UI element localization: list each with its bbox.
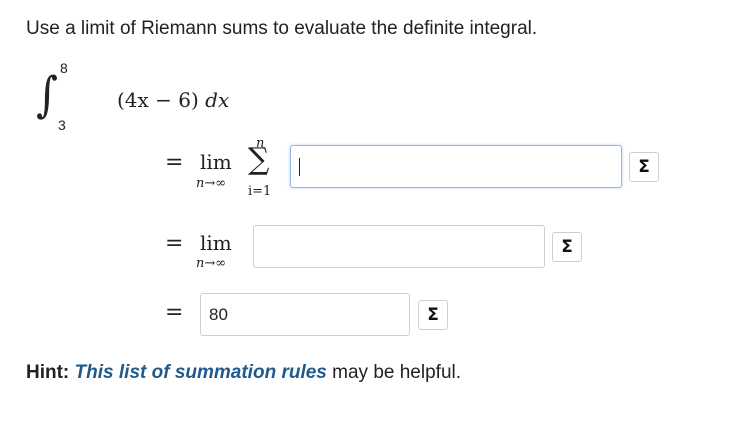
hint-suffix: may be helpful. [326, 362, 462, 383]
lim-2: lim [200, 231, 232, 255]
integrand-differential: dx [205, 88, 230, 112]
answer-input-2[interactable] [253, 225, 545, 268]
sum-lower-limit: i=1 [248, 184, 272, 199]
lim-1: lim [200, 150, 232, 174]
integrand: (4x − 6) dx [117, 88, 229, 112]
sigma-button-2[interactable]: Σ [552, 232, 582, 262]
lim-sub-1: n→∞ [196, 176, 227, 191]
text-caret [299, 157, 300, 176]
equals-sign-2: = [165, 231, 184, 256]
summation-icon: ∑ [248, 142, 270, 177]
integral-lower-limit: 3 [58, 117, 66, 133]
hint: Hint: This list of summation rules may b… [26, 362, 461, 384]
question-prompt: Use a limit of Riemann sums to evaluate … [26, 18, 538, 39]
summation-rules-link[interactable]: This list of summation rules [75, 362, 327, 383]
answer-input-3[interactable]: 80 [200, 293, 410, 336]
lim-sub-2: n→∞ [196, 256, 227, 271]
integral-upper-limit: 8 [60, 60, 68, 76]
answer-input-1[interactable] [290, 145, 622, 188]
hint-label: Hint: [26, 362, 70, 383]
equals-sign-3: = [165, 300, 184, 325]
sigma-button-1[interactable]: Σ [629, 152, 659, 182]
integrand-expression: (4x − 6) [117, 88, 199, 112]
equals-sign-1: = [165, 150, 184, 175]
integral-sign-icon: ∫ [36, 66, 58, 123]
sigma-button-3[interactable]: Σ [418, 300, 448, 330]
